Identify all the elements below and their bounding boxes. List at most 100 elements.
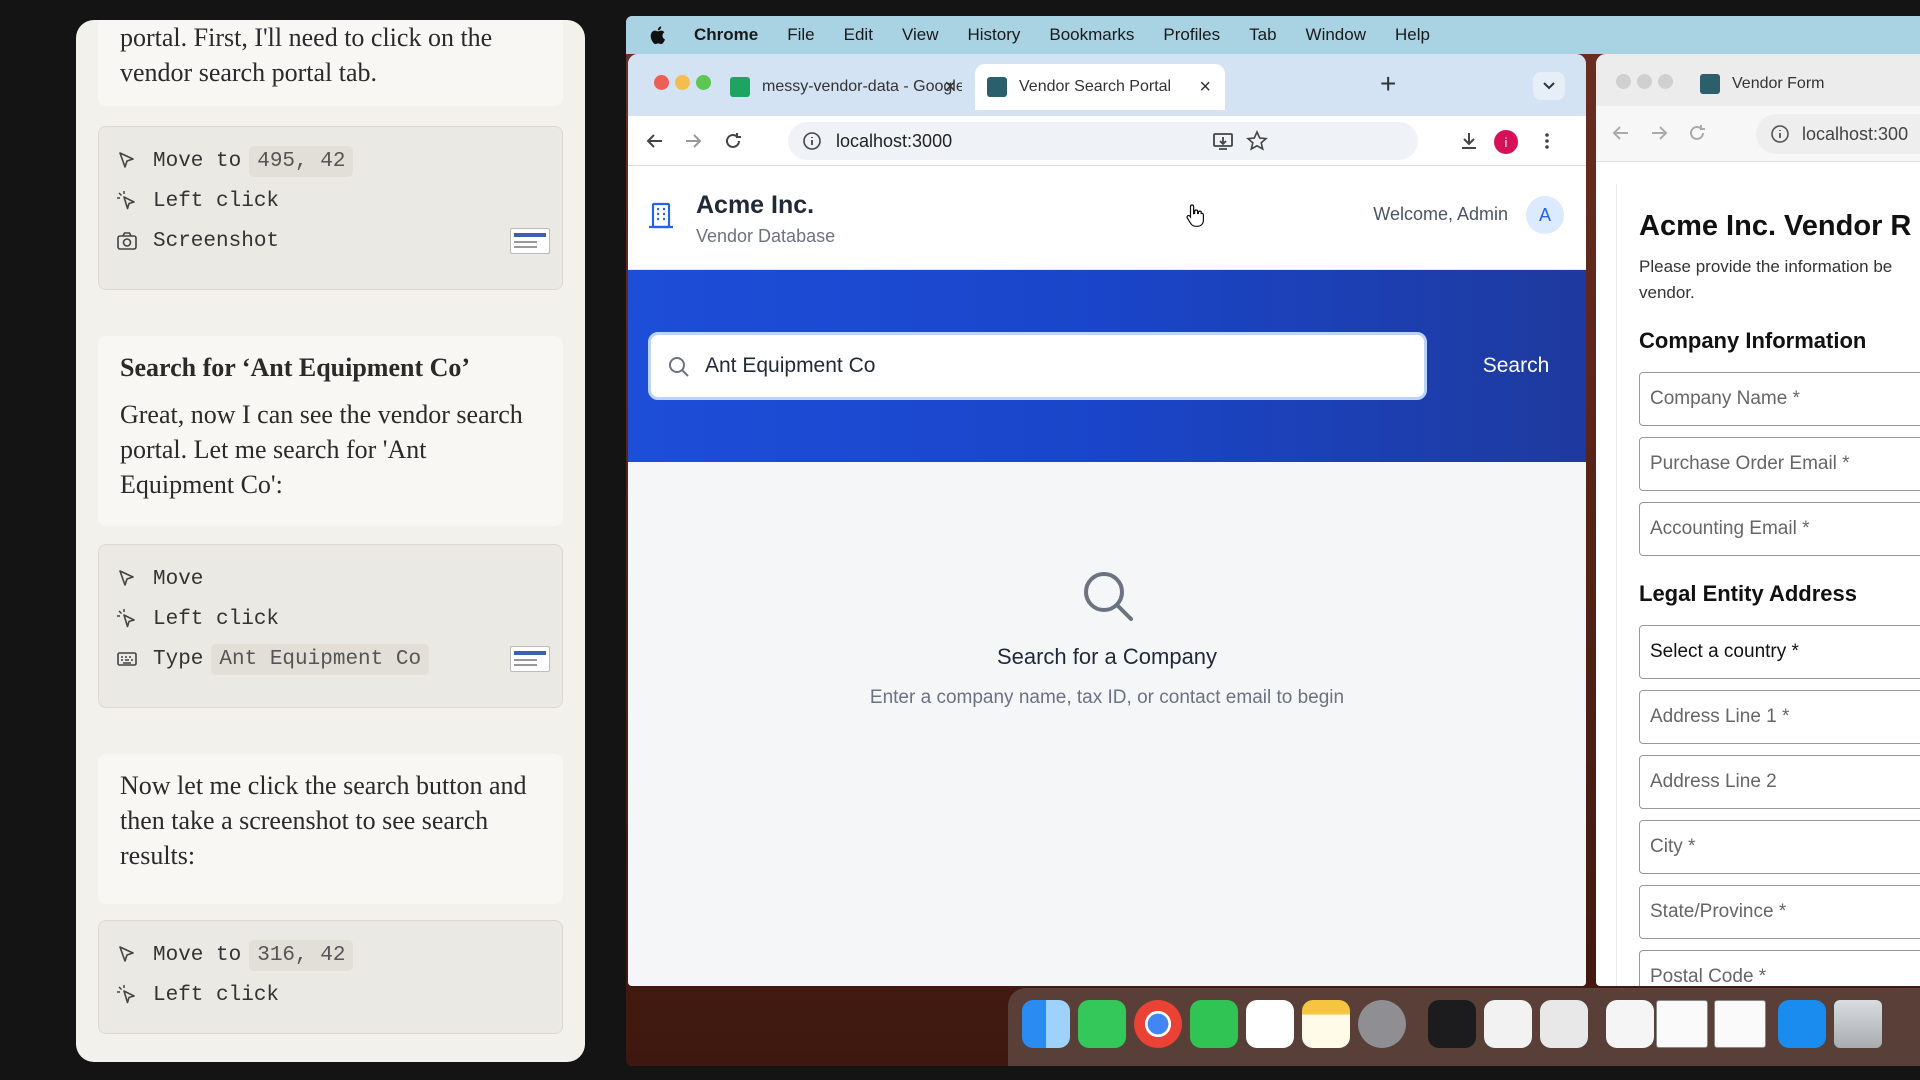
menu-item-file[interactable]: File xyxy=(787,25,814,45)
reminders-icon[interactable] xyxy=(1246,1000,1294,1048)
messages-icon[interactable] xyxy=(1078,1000,1126,1048)
tab-search-button[interactable] xyxy=(1533,72,1565,100)
downloads-button[interactable] xyxy=(1456,128,1482,154)
menu-item-history[interactable]: History xyxy=(967,25,1020,45)
close-window-button[interactable] xyxy=(1616,74,1631,89)
address-line-2-field[interactable]: Address Line 2 xyxy=(1639,755,1920,809)
back-button[interactable] xyxy=(1608,120,1634,146)
dock xyxy=(1008,988,1920,1066)
form-title: Acme Inc. Vendor R xyxy=(1639,210,1912,242)
maximize-window-button[interactable] xyxy=(696,75,711,90)
install-app-button[interactable] xyxy=(1210,128,1236,154)
menu-item-profiles[interactable]: Profiles xyxy=(1163,25,1220,45)
city-field[interactable]: City * xyxy=(1639,820,1920,874)
info-icon[interactable] xyxy=(1770,124,1790,144)
archive-icon[interactable] xyxy=(1484,1000,1532,1048)
menu-app-name[interactable]: Chrome xyxy=(694,25,758,45)
action-value: 495, 42 xyxy=(249,145,354,177)
purchase-order-email-field[interactable]: Purchase Order Email * xyxy=(1639,437,1920,491)
minimize-window-button[interactable] xyxy=(675,75,690,90)
address-bar[interactable]: localhost:300 xyxy=(1756,114,1920,154)
search-icon xyxy=(669,357,689,377)
download-icon xyxy=(1462,133,1476,149)
company-name-field[interactable]: Company Name * xyxy=(1639,372,1920,426)
menu-item-help[interactable]: Help xyxy=(1395,25,1430,45)
preview-icon[interactable] xyxy=(1606,1000,1654,1048)
cursor-click-icon xyxy=(115,983,139,1007)
action-label: Move to xyxy=(153,943,242,967)
accounting-email-field[interactable]: Accounting Email * xyxy=(1639,502,1920,556)
apple-icon[interactable] xyxy=(648,25,666,45)
window-thumbnail-icon[interactable] xyxy=(1714,1000,1766,1048)
menu-item-edit[interactable]: Edit xyxy=(844,25,873,45)
info-icon[interactable] xyxy=(802,131,822,151)
textedit-icon[interactable] xyxy=(1540,1000,1588,1048)
tab-title: messy-vendor-data - Google xyxy=(762,78,962,95)
postal-code-field[interactable]: Postal Code * xyxy=(1639,950,1920,986)
maximize-window-button[interactable] xyxy=(1658,74,1673,89)
app-header: Acme Inc. Vendor Database Welcome, Admin… xyxy=(628,166,1586,270)
section-legal-entity-address: Legal Entity Address xyxy=(1639,581,1858,606)
reload-icon xyxy=(1690,125,1705,140)
minimize-window-button[interactable] xyxy=(1637,74,1652,89)
country-select[interactable]: Select a country * xyxy=(1639,625,1920,679)
action-step: Left click xyxy=(99,975,562,1015)
finder-icon[interactable] xyxy=(1022,1000,1070,1048)
install-icon xyxy=(1213,133,1233,150)
tab-vendor-search-portal[interactable]: Vendor Search Portal × xyxy=(975,64,1225,110)
kebab-menu-icon xyxy=(1545,133,1549,149)
search-button[interactable]: Search xyxy=(1466,348,1566,384)
tab-title: Vendor Search Portal xyxy=(1019,78,1172,95)
action-group-3: Move to 316, 42 Left click xyxy=(98,920,563,1034)
menu-item-tab[interactable]: Tab xyxy=(1249,25,1276,45)
empty-state-title: Search for a Company xyxy=(996,644,1218,669)
trash-icon[interactable] xyxy=(1834,1000,1882,1048)
chat-message-search: Search for ‘Ant Equipment Co’ Great, now… xyxy=(98,336,563,526)
state-province-field[interactable]: State/Province * xyxy=(1639,885,1920,939)
facetime-icon[interactable] xyxy=(1190,1000,1238,1048)
terminal-icon[interactable] xyxy=(1428,1000,1476,1048)
action-step: Move to 495, 42 xyxy=(99,141,562,181)
chrome-icon[interactable] xyxy=(1134,1000,1182,1048)
address-line-1-field[interactable]: Address Line 1 * xyxy=(1639,690,1920,744)
bookmark-button[interactable] xyxy=(1244,128,1270,154)
company-search-input[interactable]: Ant Equipment Co xyxy=(648,332,1427,400)
screenshot-thumbnail[interactable] xyxy=(510,228,550,254)
back-button[interactable] xyxy=(642,128,668,154)
action-label: Move to xyxy=(153,149,242,173)
app-store-icon[interactable] xyxy=(1778,1000,1826,1048)
action-group-2: Move Left click Type Ant Equipment Co xyxy=(98,544,563,708)
forward-button[interactable] xyxy=(1646,120,1672,146)
cursor-move-icon xyxy=(115,149,139,173)
tab-messy-vendor-data[interactable]: messy-vendor-data - Google × xyxy=(718,64,970,110)
window-thumbnail-icon[interactable] xyxy=(1656,1000,1708,1048)
reload-button[interactable] xyxy=(1684,120,1710,146)
chat-heading: Search for ‘Ant Equipment Co’ xyxy=(120,353,471,382)
menu-item-window[interactable]: Window xyxy=(1306,25,1366,45)
menu-item-bookmarks[interactable]: Bookmarks xyxy=(1049,25,1134,45)
search-hero: Ant Equipment Co Search xyxy=(628,270,1586,462)
action-label: Left click xyxy=(153,607,280,631)
address-bar[interactable]: localhost:3000 xyxy=(788,122,1418,160)
close-tab-icon[interactable]: × xyxy=(1199,76,1211,99)
forward-button[interactable] xyxy=(680,128,706,154)
notes-icon[interactable] xyxy=(1302,1000,1350,1048)
avatar[interactable]: A xyxy=(1526,196,1564,234)
menu-bar: Chrome File Edit View History Bookmarks … xyxy=(626,16,1920,54)
action-value: 316, 42 xyxy=(249,939,354,971)
browser-menu-button[interactable] xyxy=(1534,128,1560,154)
vendor-form-window: Vendor Form localhost:300 Acme Inc. Vend… xyxy=(1596,54,1920,986)
close-window-button[interactable] xyxy=(654,75,669,90)
close-tab-icon[interactable]: × xyxy=(944,76,956,99)
menu-item-view[interactable]: View xyxy=(902,25,939,45)
reload-button[interactable] xyxy=(720,128,746,154)
profile-button[interactable]: i xyxy=(1494,130,1518,154)
react-icon xyxy=(987,77,1007,97)
search-icon xyxy=(1084,572,1133,621)
tab-vendor-form[interactable]: Vendor Form xyxy=(1688,62,1920,106)
action-step: Left click xyxy=(99,181,562,221)
chat-message-intro: portal. First, I'll need to click on the… xyxy=(98,20,563,106)
new-tab-button[interactable]: + xyxy=(1380,68,1396,100)
system-settings-icon[interactable] xyxy=(1358,1000,1406,1048)
screenshot-thumbnail[interactable] xyxy=(510,646,550,672)
